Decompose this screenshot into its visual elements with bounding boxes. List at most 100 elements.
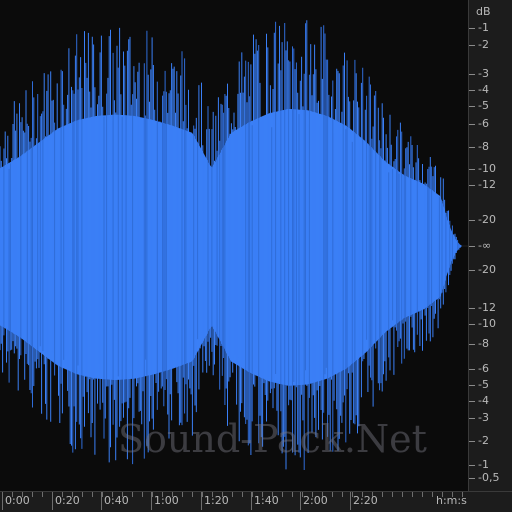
time-minor-tick (322, 492, 323, 497)
time-minor-tick (302, 492, 303, 497)
time-minor-tick (352, 492, 353, 497)
db-tick-label: -2 (478, 434, 489, 447)
db-tick (469, 401, 475, 402)
db-tick-label: -6 (478, 362, 489, 375)
time-minor-tick (12, 492, 13, 497)
db-tick (469, 418, 475, 419)
db-tick (469, 106, 475, 107)
db-tick (469, 369, 475, 370)
db-tick-label: -20 (478, 263, 496, 276)
time-minor-tick (332, 492, 333, 497)
time-minor-tick (372, 492, 373, 497)
time-tick-label: 0:00 (5, 494, 30, 507)
db-tick (469, 270, 475, 271)
time-minor-tick (152, 492, 153, 497)
time-minor-tick (342, 492, 343, 497)
db-tick-label: -4 (478, 394, 489, 407)
db-tick-label: -4 (478, 83, 489, 96)
time-minor-tick (382, 492, 383, 497)
time-tick (300, 492, 301, 510)
time-minor-tick (22, 492, 23, 497)
time-minor-tick (292, 492, 293, 497)
db-tick (469, 169, 475, 170)
time-tick (52, 492, 53, 510)
time-minor-tick (102, 492, 103, 497)
db-tick (469, 147, 475, 148)
db-scale-ruler: dB -1 -2 -3 -4 -5 -6 -8 -10 -12 -20 -∞ -20 -12 -10 -8 -… (468, 0, 512, 491)
time-minor-tick (222, 492, 223, 497)
time-minor-tick (262, 492, 263, 497)
db-tick-label: -3 (478, 67, 489, 80)
db-tick (469, 385, 475, 386)
db-tick (469, 28, 475, 29)
db-tick (469, 465, 475, 466)
time-tick-label: 0:40 (104, 494, 129, 507)
time-minor-tick (162, 492, 163, 497)
db-tick-label: -5 (478, 99, 489, 112)
db-tick (469, 308, 475, 309)
time-minor-tick (42, 492, 43, 497)
time-minor-tick (252, 492, 253, 497)
time-minor-tick (212, 492, 213, 497)
db-tick (469, 246, 475, 247)
time-minor-tick (202, 492, 203, 497)
db-tick-label: -10 (478, 162, 496, 175)
time-minor-tick (62, 492, 63, 497)
db-tick-label: -5 (478, 378, 489, 391)
time-minor-tick (412, 492, 413, 497)
time-minor-tick (182, 492, 183, 497)
db-tick (469, 124, 475, 125)
db-tick-label: -20 (478, 213, 496, 226)
time-tick (2, 492, 3, 510)
time-minor-tick (432, 492, 433, 497)
time-minor-tick (442, 492, 443, 497)
time-tick-label: 1:40 (254, 494, 279, 507)
db-tick (469, 74, 475, 75)
time-minor-tick (32, 492, 33, 497)
db-tick-label: -6 (478, 117, 489, 130)
time-minor-tick (392, 492, 393, 497)
db-tick (469, 344, 475, 345)
db-tick-label: -12 (478, 178, 496, 191)
db-unit-label: dB (476, 5, 491, 18)
time-minor-tick (82, 492, 83, 497)
db-tick (469, 90, 475, 91)
time-tick-label: 0:20 (55, 494, 80, 507)
time-tick-label: 1:20 (204, 494, 229, 507)
time-minor-tick (272, 492, 273, 497)
time-scale-ruler[interactable]: h:m:s 0:00 0:20 0:40 1:00 1:20 1:40 2:00 2:20 (0, 491, 512, 512)
db-tick-label: -10 (478, 317, 496, 330)
time-minor-tick (172, 492, 173, 497)
db-tick-label: -1 (478, 458, 489, 471)
db-tick (469, 478, 475, 479)
time-minor-tick (312, 492, 313, 497)
db-tick (469, 185, 475, 186)
time-minor-tick (92, 492, 93, 497)
db-tick (469, 220, 475, 221)
db-tick-label: -2 (478, 38, 489, 51)
time-minor-tick (362, 492, 363, 497)
time-minor-tick (462, 492, 463, 497)
db-tick-label: -∞ (478, 239, 492, 252)
watermark-text: Sound-Pack.Net (118, 417, 427, 461)
time-minor-tick (192, 492, 193, 497)
time-minor-tick (402, 492, 403, 497)
time-minor-tick (112, 492, 113, 497)
time-minor-tick (422, 492, 423, 497)
db-tick-label: -1 (478, 21, 489, 34)
time-tick-label: 1:00 (154, 494, 179, 507)
db-tick-label: -0,5 (478, 471, 500, 484)
time-minor-tick (122, 492, 123, 497)
time-minor-tick (72, 492, 73, 497)
db-tick-label: -12 (478, 301, 496, 314)
db-tick (469, 45, 475, 46)
db-tick-label: -8 (478, 337, 489, 350)
time-minor-tick (282, 492, 283, 497)
db-tick (469, 441, 475, 442)
db-tick (469, 324, 475, 325)
time-minor-tick (142, 492, 143, 497)
db-tick-label: -3 (478, 411, 489, 424)
time-tick (350, 492, 351, 510)
time-minor-tick (232, 492, 233, 497)
time-minor-tick (452, 492, 453, 497)
